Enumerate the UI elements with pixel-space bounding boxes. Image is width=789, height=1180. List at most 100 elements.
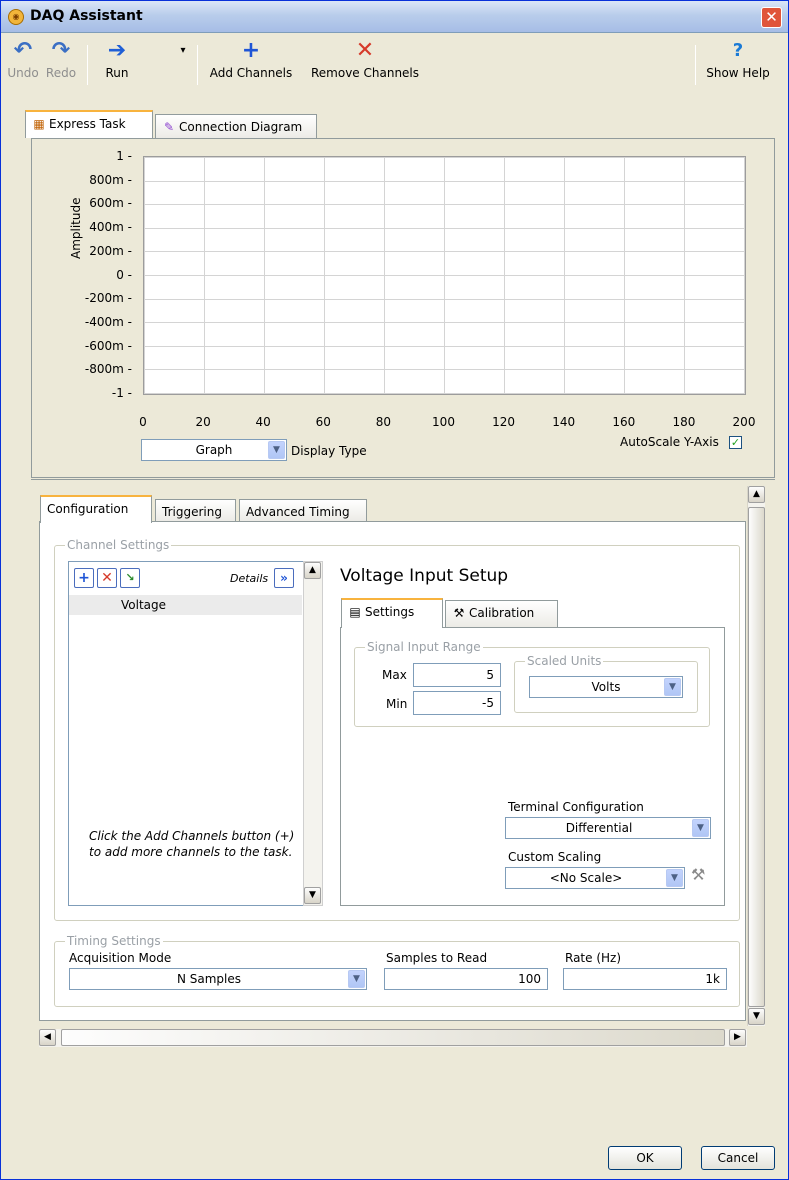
x-tick-label: 100 — [432, 415, 455, 429]
toolbar-separator — [87, 45, 88, 85]
display-type-label: Display Type — [291, 444, 367, 458]
x-tick-label: 80 — [375, 415, 392, 429]
config-vertical-scrollbar[interactable]: ▲ ▼ — [747, 486, 765, 1026]
y-tick-label: 200m - — [89, 243, 132, 258]
y-tick-label: 400m - — [89, 220, 132, 235]
close-button[interactable]: ✕ — [761, 7, 782, 28]
tab-configuration[interactable]: Configuration — [40, 495, 152, 523]
undo-icon: ↶ — [13, 38, 33, 63]
chevron-down-icon: ▼ — [309, 890, 316, 900]
terminal-config-label: Terminal Configuration — [508, 800, 644, 814]
details-expand-button[interactable]: » — [274, 568, 294, 588]
scroll-down-button[interactable]: ▼ — [748, 1008, 765, 1025]
add-channels-button[interactable]: + Add Channels — [205, 35, 297, 93]
y-tick-label: 0 - — [116, 267, 132, 282]
chevron-down-icon: ▼ — [666, 869, 683, 887]
x-tick-label: 200 — [732, 415, 756, 429]
chevron-left-icon: ◀ — [44, 1032, 51, 1042]
scroll-left-button[interactable]: ◀ — [39, 1029, 56, 1046]
daq-app-icon: ◉ — [8, 9, 24, 25]
chevron-right-icon: ▶ — [734, 1032, 741, 1042]
scroll-up-button[interactable]: ▲ — [304, 562, 321, 579]
tab-triggering[interactable]: Triggering — [155, 499, 236, 521]
toolbar: ↶ Undo ↷ Redo ➔ Run ▾ + Add Channels ✕ R… — [5, 35, 784, 95]
chevron-up-icon: ▲ — [753, 489, 760, 499]
scroll-right-button[interactable]: ▶ — [729, 1029, 746, 1046]
x-tick-label: 20 — [195, 415, 211, 429]
autoscale-label: AutoScale Y-Axis — [620, 435, 719, 449]
x-tick-label: 40 — [255, 415, 271, 429]
x-tick-label: 140 — [552, 415, 576, 429]
acquisition-mode-select[interactable]: N Samples ▼ — [69, 968, 367, 990]
config-horizontal-scrollbar[interactable]: ◀ ▶ — [39, 1029, 747, 1047]
tab-connection-diagram[interactable]: ✎ Connection Diagram — [155, 114, 317, 138]
y-tick-label: 1 - — [116, 149, 132, 163]
y-tick-label: -600m - — [84, 338, 132, 353]
remove-x-icon: ✕ — [101, 570, 113, 586]
tab-advanced-timing[interactable]: Advanced Timing — [239, 499, 367, 521]
max-input[interactable]: 5 — [413, 663, 501, 687]
x-tick-label: 180 — [672, 415, 696, 429]
y-tick-label: -200m - — [84, 291, 132, 306]
redo-button[interactable]: ↷ Redo — [43, 35, 79, 93]
tab-express-task[interactable]: ▦ Express Task — [25, 110, 153, 138]
y-tick-label: -1 - — [111, 386, 132, 400]
display-type-select[interactable]: Graph ▼ — [141, 439, 287, 461]
tab-settings[interactable]: ▤ Settings — [341, 598, 443, 628]
y-tick-label: 800m - — [89, 172, 132, 187]
chevron-down-icon: ▼ — [753, 1011, 760, 1021]
remove-channels-button[interactable]: ✕ Remove Channels — [307, 35, 423, 93]
tab-calibration[interactable]: ⚒ Calibration — [445, 600, 558, 627]
run-dropdown-button[interactable]: ▾ — [177, 35, 189, 93]
rate-input[interactable]: 1k — [563, 968, 727, 990]
wrench-icon: ⚒ — [691, 865, 706, 884]
voltage-input-setup-title: Voltage Input Setup — [340, 566, 509, 586]
scale-wrench-button[interactable]: ⚒ — [691, 865, 705, 884]
x-tick-label: 60 — [315, 415, 331, 429]
acquisition-mode-label: Acquisition Mode — [69, 951, 172, 965]
chevron-up-icon: ▲ — [309, 565, 316, 575]
undo-button[interactable]: ↶ Undo — [5, 35, 41, 93]
remove-channel-button[interactable]: ✕ — [97, 568, 117, 588]
scroll-thumb[interactable] — [748, 507, 765, 1007]
samples-to-read-input[interactable]: 100 — [384, 968, 548, 990]
run-button[interactable]: ➔ Run — [95, 35, 139, 93]
scroll-down-button[interactable]: ▼ — [304, 887, 321, 904]
cancel-button[interactable]: Cancel — [701, 1146, 775, 1170]
chevron-down-icon: ▼ — [268, 441, 285, 459]
y-tick-label: -400m - — [84, 314, 132, 329]
chevron-down-icon: ▾ — [180, 45, 186, 56]
chart-edit-icon: ↘ — [125, 571, 135, 584]
chevron-down-icon: ▼ — [664, 678, 681, 696]
y-tick-label: -800m - — [84, 362, 132, 377]
daq-assistant-window: ◉ DAQ Assistant ✕ ↶ Undo ↷ Redo ➔ Run ▾ … — [0, 0, 789, 1180]
settings-sheet-icon: ▤ — [349, 605, 361, 619]
toolbar-separator — [197, 45, 198, 85]
chevron-down-icon: ▼ — [348, 970, 365, 988]
ok-button[interactable]: OK — [608, 1146, 682, 1170]
x-tick-label: 120 — [492, 415, 516, 429]
channel-list[interactable]: + ✕ ↘ Details » Voltage Click the Add Ch… — [68, 561, 304, 906]
title-bar: ◉ DAQ Assistant ✕ — [1, 1, 788, 33]
scroll-up-button[interactable]: ▲ — [748, 486, 765, 503]
express-task-icon: ▦ — [33, 117, 45, 131]
double-chevron-right-icon: » — [280, 571, 288, 585]
scroll-thumb[interactable] — [61, 1029, 725, 1046]
custom-scaling-select[interactable]: <No Scale> ▼ — [505, 867, 685, 889]
show-help-button[interactable]: ? Show Help — [701, 35, 775, 93]
autoscale-checkbox[interactable]: ✓ — [729, 436, 742, 449]
signal-input-range-title: Signal Input Range — [365, 640, 483, 654]
y-tick-label: 600m - — [89, 196, 132, 211]
channel-properties-button[interactable]: ↘ — [120, 568, 140, 588]
channel-list-item[interactable]: Voltage — [69, 595, 302, 615]
channel-list-scrollbar[interactable]: ▲ ▼ — [303, 561, 323, 906]
scaled-units-select[interactable]: Volts ▼ — [529, 676, 683, 698]
min-input[interactable]: -5 — [413, 691, 501, 715]
add-channel-button[interactable]: + — [74, 568, 94, 588]
waveform-graph — [143, 156, 746, 395]
details-label: Details — [230, 572, 269, 585]
terminal-config-select[interactable]: Differential ▼ — [505, 817, 711, 839]
window-title: DAQ Assistant — [30, 8, 143, 24]
chevron-down-icon: ▼ — [692, 819, 709, 837]
connection-diagram-icon: ✎ — [163, 120, 175, 134]
